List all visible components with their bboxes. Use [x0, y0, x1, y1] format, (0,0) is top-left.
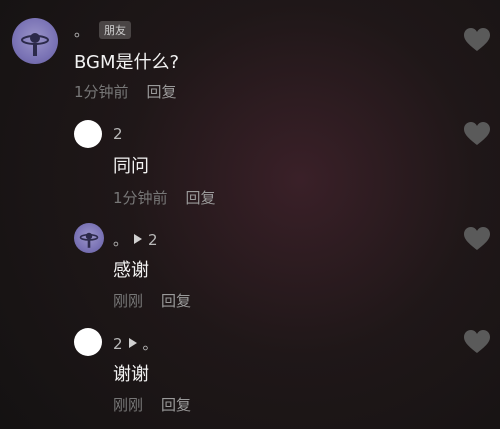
reply-to-username[interactable]: 。 [143, 335, 158, 353]
timestamp: 1分钟前 [74, 83, 129, 101]
username[interactable]: 2。 [113, 333, 158, 354]
friend-badge: 朋友 [99, 21, 132, 39]
reply-item: 2 同问 1分钟前 回复 [0, 110, 500, 215]
comment-text: 谢谢 [113, 364, 149, 385]
avatar[interactable] [12, 18, 58, 64]
satellite-avatar-icon [21, 33, 49, 56]
reply-item: 。 2 感谢 刚刚 回复 [0, 215, 500, 320]
play-arrow-icon [128, 338, 137, 348]
username-text[interactable]: 。 [74, 22, 89, 40]
heart-icon[interactable] [464, 28, 490, 52]
comment-text: 同问 [113, 156, 149, 177]
username-text[interactable]: 。 [113, 231, 128, 249]
heart-icon[interactable] [464, 227, 490, 251]
reply-button[interactable]: 回复 [186, 189, 216, 207]
comment-meta: 1分钟前 回复 [74, 81, 177, 102]
avatar[interactable] [74, 328, 102, 356]
username[interactable]: 2 [113, 125, 123, 143]
username[interactable]: 。朋友 [74, 20, 132, 41]
reply-button[interactable]: 回复 [147, 83, 177, 101]
reply-button[interactable]: 回复 [161, 396, 191, 414]
comment-meta: 1分钟前 回复 [113, 187, 216, 208]
reply-to-username[interactable]: 2 [148, 231, 158, 249]
comment-text: BGM是什么? [74, 52, 180, 73]
username-text[interactable]: 2 [113, 335, 123, 353]
comment-meta: 刚刚 回复 [113, 290, 191, 311]
timestamp: 1分钟前 [113, 189, 168, 207]
avatar[interactable] [74, 120, 102, 148]
comment-item: 。朋友 BGM是什么? 1分钟前 回复 [0, 0, 500, 110]
reply-button[interactable]: 回复 [161, 292, 191, 310]
timestamp: 刚刚 [113, 396, 144, 414]
heart-icon[interactable] [464, 330, 490, 354]
avatar[interactable] [74, 223, 104, 253]
comment-meta: 刚刚 回复 [113, 394, 191, 415]
reply-item: 2。 谢谢 刚刚 回复 [0, 320, 500, 429]
comment-text: 感谢 [113, 260, 149, 281]
heart-icon[interactable] [464, 122, 490, 146]
satellite-avatar-icon [79, 232, 99, 248]
username[interactable]: 。 2 [113, 229, 158, 250]
timestamp: 刚刚 [113, 292, 144, 310]
play-arrow-icon [134, 234, 143, 244]
